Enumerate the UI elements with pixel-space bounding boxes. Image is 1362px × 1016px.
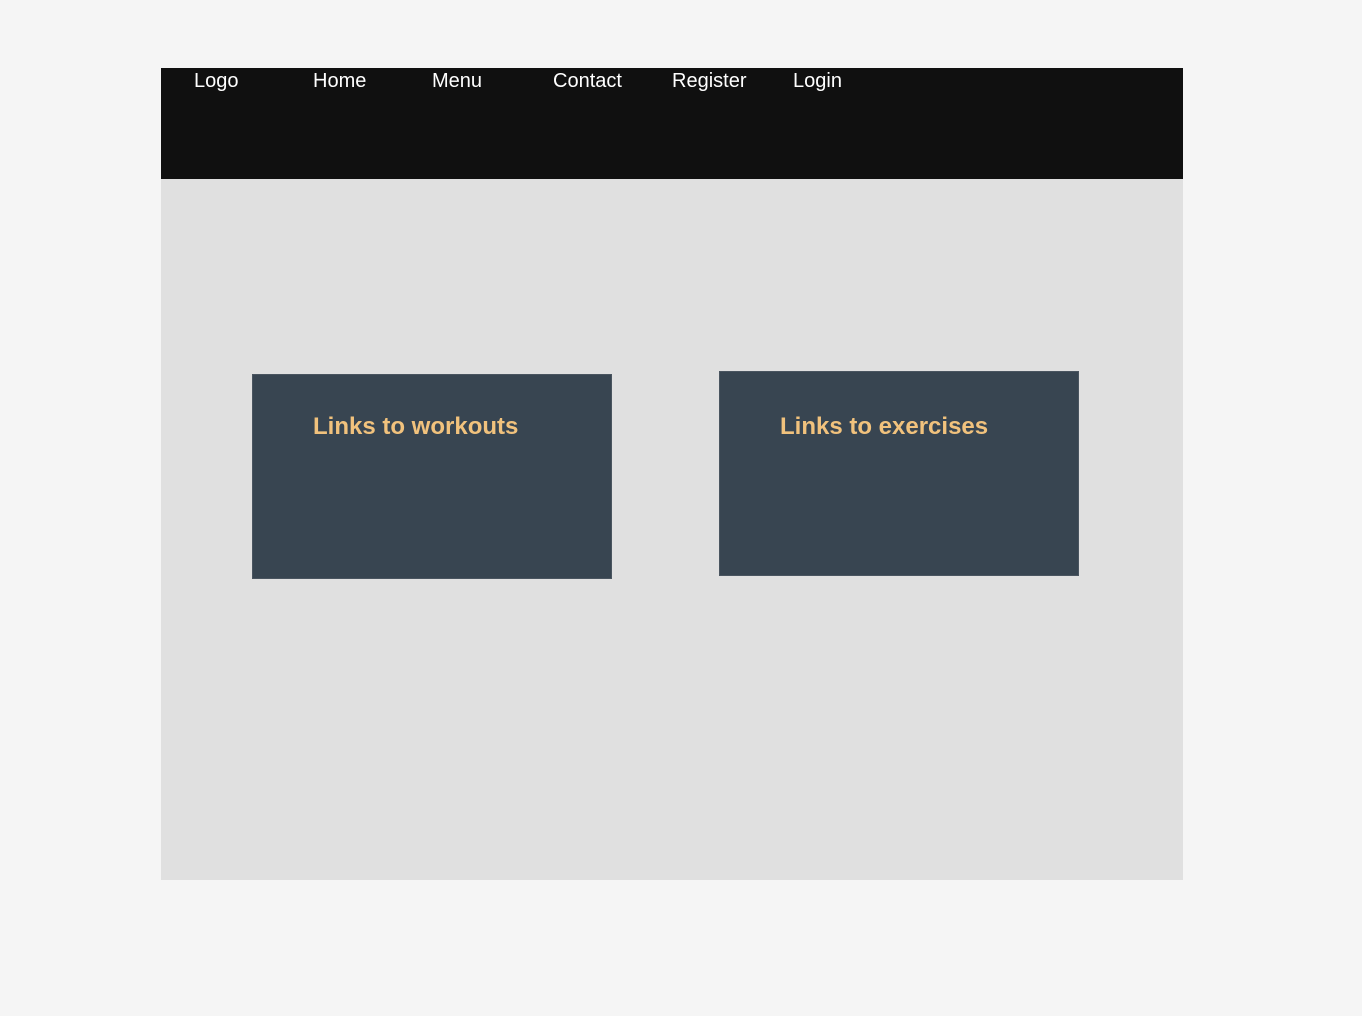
nav-home-link[interactable]: Home — [313, 68, 366, 94]
workouts-card[interactable]: Links to workouts — [252, 374, 612, 579]
exercises-card[interactable]: Links to exercises — [719, 371, 1079, 576]
workouts-card-title[interactable]: Links to workouts — [313, 412, 518, 442]
nav-contact-link[interactable]: Contact — [553, 68, 622, 94]
top-navbar: Logo Home Menu Contact Register Login — [161, 68, 1183, 179]
exercises-card-title[interactable]: Links to exercises — [780, 412, 988, 442]
logo[interactable]: Logo — [194, 68, 239, 94]
nav-menu-link[interactable]: Menu — [432, 68, 482, 94]
nav-login-link[interactable]: Login — [793, 68, 842, 94]
page-frame: Logo Home Menu Contact Register Login Li… — [161, 68, 1183, 880]
nav-register-link[interactable]: Register — [672, 68, 746, 94]
